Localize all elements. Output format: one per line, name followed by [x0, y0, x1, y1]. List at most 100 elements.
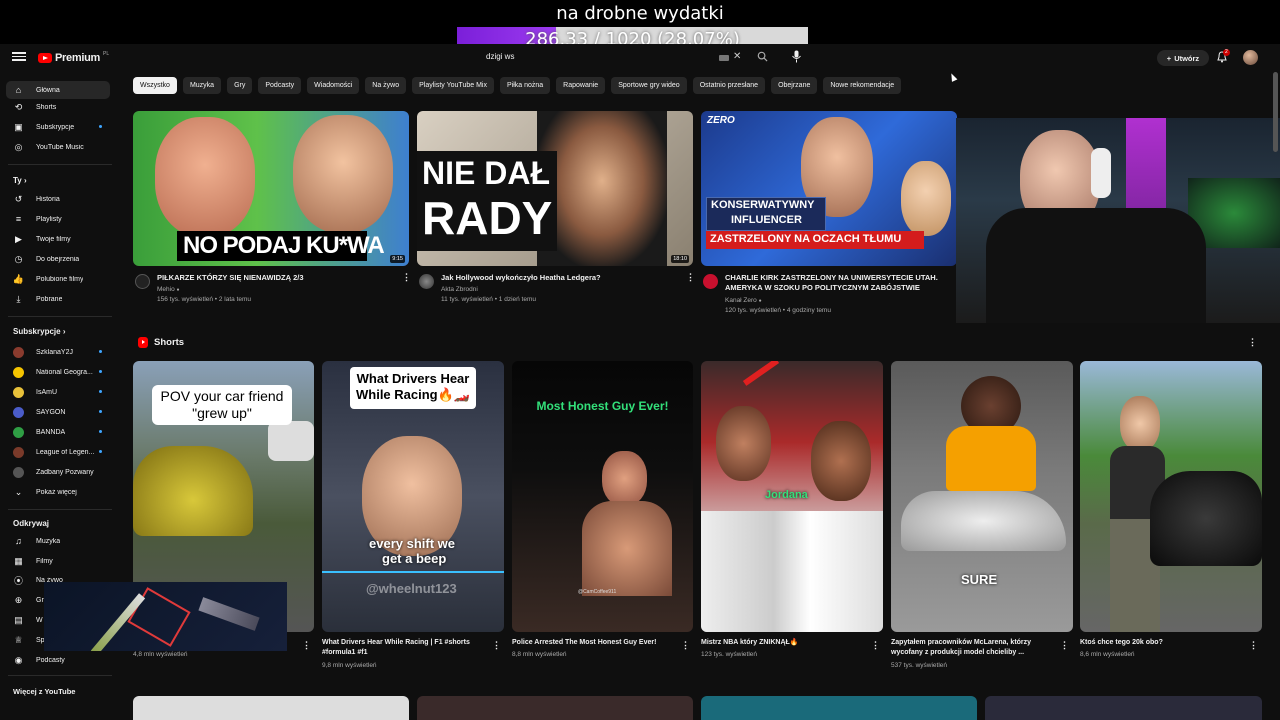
- account-avatar[interactable]: [1243, 50, 1258, 65]
- video-title[interactable]: Jak Hollywood wykończyło Heatha Ledgera?: [441, 273, 681, 283]
- chip-podcasts[interactable]: Podcasty: [258, 77, 302, 94]
- chip-games[interactable]: Gry: [227, 77, 253, 94]
- more-options-icon[interactable]: ⋮: [1249, 640, 1258, 651]
- channel-avatar[interactable]: [419, 274, 434, 289]
- video-title[interactable]: CHARLIE KIRK ZASTRZELONY NA UNIWERSYTECI…: [725, 273, 955, 293]
- video-thumbnail[interactable]: [417, 696, 693, 720]
- short-title[interactable]: Police Arrested The Most Honest Guy Ever…: [512, 638, 656, 648]
- chip-live[interactable]: Na żywo: [365, 77, 407, 94]
- short-thumbnail[interactable]: Most Honest Guy Ever! @CamCoffee911: [512, 361, 693, 632]
- chip-football[interactable]: Piłka nożna: [499, 77, 551, 94]
- short-thumbnail[interactable]: What Drivers Hear While Racing🔥🏎️ every …: [322, 361, 504, 632]
- sidebar-channel[interactable]: SAYGON: [6, 403, 110, 421]
- sidebar-item-podcasts[interactable]: ◉ Podcasty: [6, 651, 110, 669]
- sidebar-item-label: Twoje filmy: [36, 235, 71, 243]
- sidebar-item-music[interactable]: ♫ Muzyka: [6, 532, 110, 550]
- scrollbar-thumb[interactable]: [1273, 72, 1278, 152]
- sidebar-item-your-videos[interactable]: ▶ Twoje filmy: [6, 230, 110, 248]
- sidebar-item-label: Shorts: [36, 103, 57, 111]
- sidebar-channel[interactable]: SzklanaY2J: [6, 343, 110, 361]
- verified-icon: ●: [176, 287, 180, 293]
- sidebar-item-label: Subskrypcje: [36, 123, 75, 131]
- more-options-icon[interactable]: ⋮: [402, 272, 411, 283]
- microphone-icon[interactable]: [791, 50, 802, 63]
- clear-search-icon[interactable]: ✕: [733, 51, 741, 62]
- sidebar-item-films[interactable]: ▦ Filmy: [6, 552, 110, 570]
- channel-avatar: [13, 346, 24, 358]
- video-thumbnail[interactable]: NIE DAŁ RADY 18:10: [417, 111, 693, 266]
- short-title[interactable]: Zapytałem pracowników McLarena, którzy wy…: [891, 638, 1031, 658]
- short-title[interactable]: Mistrz NBA który ZNIKNĄŁ🔥: [701, 638, 799, 648]
- search-icon[interactable]: [757, 51, 768, 62]
- more-options-icon[interactable]: ⋮: [1248, 337, 1257, 348]
- video-thumbnail[interactable]: [133, 696, 409, 720]
- sidebar-item-history[interactable]: ↺ Historia: [6, 190, 110, 208]
- chip-new-to-you[interactable]: Nowe rekomendacje: [823, 77, 902, 94]
- chip-all[interactable]: Wszystko: [133, 77, 177, 94]
- more-options-icon[interactable]: ⋮: [302, 640, 311, 651]
- news-icon: ▤: [14, 614, 23, 625]
- show-more-button[interactable]: ⌄ Pokaż więcej: [6, 483, 110, 501]
- short-thumbnail[interactable]: SURE: [891, 361, 1073, 632]
- sidebar-item-label: W: [36, 616, 43, 624]
- sidebar-item-liked-videos[interactable]: 👍 Polubione filmy: [6, 270, 110, 288]
- thumbnail-face: [811, 421, 871, 501]
- channel-name[interactable]: Mehio ●: [157, 285, 180, 295]
- more-options-icon[interactable]: ⋮: [871, 640, 880, 651]
- sidebar-item-playlists[interactable]: ≡ Playlisty: [6, 210, 110, 228]
- sidebar-divider: [8, 509, 112, 510]
- channel-avatar[interactable]: [135, 274, 150, 289]
- sidebar-item-youtube-music[interactable]: ◎ YouTube Music: [6, 138, 110, 156]
- channel-name[interactable]: Kanał Zero ●: [725, 296, 762, 306]
- sidebar-channel[interactable]: League of Legen...: [6, 443, 110, 461]
- video-thumbnail[interactable]: [985, 696, 1262, 720]
- sidebar-channel[interactable]: IsAmU: [6, 383, 110, 401]
- channel-avatar: [13, 406, 24, 418]
- channel-name[interactable]: Akta Zbrodni: [441, 285, 478, 295]
- download-icon: ⤓: [16, 293, 21, 304]
- short-thumbnail[interactable]: Jordana: [701, 361, 883, 632]
- video-title[interactable]: PIŁKARZE KTÓRZY SIĘ NIENAWIDZĄ 2/3: [157, 273, 387, 283]
- youtube-premium-logo[interactable]: Premium PL: [38, 51, 109, 65]
- chip-mix-playlists[interactable]: Playlisty YouTube Mix: [412, 77, 494, 94]
- sidebar-section-you[interactable]: Ty ›: [13, 176, 27, 185]
- menu-icon[interactable]: [12, 50, 26, 64]
- chip-sports-games[interactable]: Sportowe gry wideo: [611, 77, 687, 94]
- more-options-icon[interactable]: ⋮: [686, 272, 695, 283]
- video-thumbnail[interactable]: ZERO KONSERWATYWNY INFLUENCER ZASTRZELON…: [701, 111, 957, 266]
- search-input[interactable]: dzigi ws: [486, 52, 514, 61]
- more-options-icon[interactable]: ⋮: [1060, 640, 1069, 651]
- sidebar-section-subscriptions[interactable]: Subskrypcje ›: [13, 327, 65, 336]
- sidebar-item-shorts[interactable]: ⟲ Shorts: [6, 98, 110, 116]
- thumbnail-black-car: [1150, 471, 1262, 566]
- chip-watched[interactable]: Obejrzane: [771, 77, 818, 94]
- short-thumbnail[interactable]: [1080, 361, 1262, 632]
- thumbnail-face: [901, 161, 951, 236]
- channel-avatar[interactable]: [703, 274, 718, 289]
- video-title-line2: AMERYKA W SZOKU PO POLITYCZNYM ZABÓJSTWI…: [725, 283, 920, 292]
- chip-news[interactable]: Wiadomości: [307, 77, 360, 94]
- create-button[interactable]: + Utwórz: [1157, 50, 1209, 66]
- sidebar-channel[interactable]: Zadbany Pozwany: [6, 463, 110, 481]
- channel-name: BANNDA: [36, 428, 66, 436]
- video-thumbnail[interactable]: [701, 696, 977, 720]
- video-thumbnail[interactable]: NO PODAJ KU*WA 9:15: [133, 111, 409, 266]
- thumbnail-car: [133, 446, 253, 536]
- more-options-icon[interactable]: ⋮: [681, 640, 690, 651]
- sidebar-item-home[interactable]: ⌂ Główna: [6, 81, 110, 99]
- chip-recently-uploaded[interactable]: Ostatnio przesłane: [692, 77, 766, 94]
- sidebar-channel[interactable]: BANNDA: [6, 423, 110, 441]
- more-options-icon[interactable]: ⋮: [492, 640, 501, 651]
- sidebar-item-watch-later[interactable]: ◷ Do obejrzenia: [6, 250, 110, 268]
- keyboard-icon[interactable]: [719, 55, 729, 61]
- sidebar-item-subscriptions[interactable]: ▣ Subskrypcje: [6, 118, 110, 136]
- thumbnail-face: [1120, 396, 1160, 451]
- short-title[interactable]: What Drivers Hear While Racing | F1 #sho…: [322, 638, 470, 658]
- video-duration: 9:15: [390, 255, 405, 263]
- chip-music[interactable]: Muzyka: [182, 77, 222, 94]
- sidebar-divider: [8, 164, 112, 165]
- chip-rap[interactable]: Rapowanie: [556, 77, 606, 94]
- sidebar-channel[interactable]: National Geogra...: [6, 363, 110, 381]
- sidebar-item-downloads[interactable]: ⤓ Pobrane: [6, 290, 110, 308]
- short-title[interactable]: Ktoś chce tego 20k obo?: [1080, 638, 1163, 648]
